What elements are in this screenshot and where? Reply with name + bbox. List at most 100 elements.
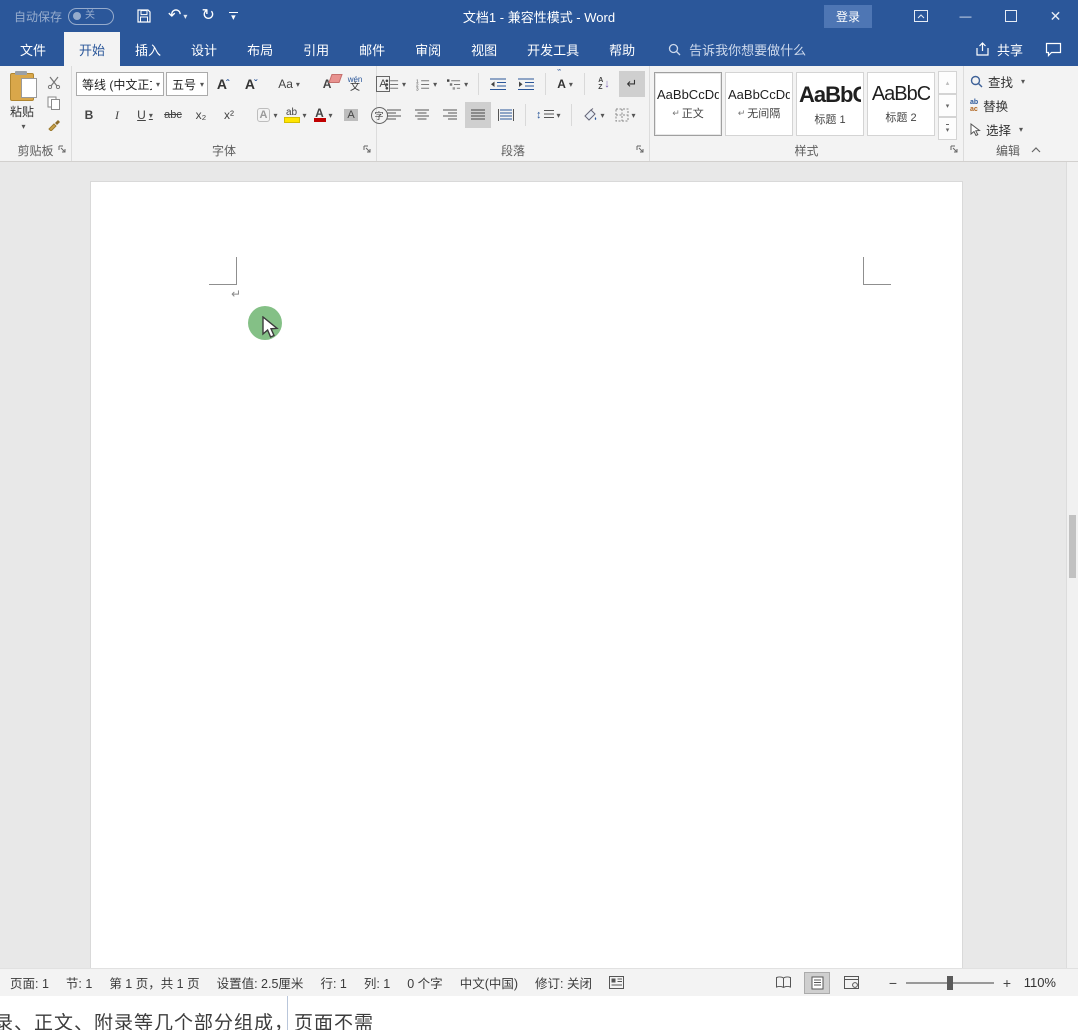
sign-in-button[interactable]: 登录 (824, 5, 872, 28)
align-center-button[interactable] (409, 102, 435, 128)
multilevel-list-button[interactable] (443, 71, 472, 97)
shading-button[interactable] (578, 102, 609, 128)
zoom-in-button[interactable]: + (1002, 975, 1012, 991)
status-track-changes[interactable]: 修订: 关闭 (535, 973, 592, 992)
undo-dropdown-icon[interactable]: ▾ (183, 12, 187, 21)
font-dialog-launcher-icon[interactable] (363, 143, 372, 157)
autosave-switch-icon[interactable]: 关 (68, 8, 114, 25)
close-button[interactable]: ✕ (1033, 0, 1078, 32)
share-button[interactable]: 共享 (975, 40, 1023, 59)
status-language[interactable]: 中文(中国) (460, 973, 518, 992)
bullets-button[interactable] (381, 71, 410, 97)
change-case-button[interactable]: Aa (276, 71, 302, 97)
styles-more-icon[interactable]: ▾ (938, 117, 957, 140)
document-page[interactable]: ↵ (90, 181, 963, 968)
style-no-spacing[interactable]: AaBbCcDd ↵无间隔 (725, 72, 793, 136)
comments-icon[interactable] (1045, 42, 1062, 57)
clipboard-dialog-launcher-icon[interactable] (58, 143, 67, 157)
replace-button[interactable]: ab ac 替换 (970, 95, 1048, 116)
justify-button[interactable] (465, 102, 491, 128)
show-hide-marks-button[interactable]: ↵ (619, 71, 645, 97)
tab-references[interactable]: 引用 (288, 32, 344, 66)
copy-button[interactable] (44, 94, 64, 112)
text-highlight-button[interactable]: ab (282, 102, 308, 128)
clear-formatting-button[interactable]: A (314, 71, 340, 97)
collapse-ribbon-icon[interactable] (1030, 143, 1042, 157)
autosave-toggle[interactable]: 自动保存 关 (14, 8, 114, 25)
distribute-button[interactable] (493, 102, 519, 128)
redo-icon[interactable]: ↻ (201, 8, 214, 24)
tab-review[interactable]: 审阅 (400, 32, 456, 66)
grow-font-button[interactable]: A (210, 71, 236, 97)
bold-button[interactable]: B (76, 102, 102, 128)
borders-button[interactable] (611, 102, 640, 128)
paragraph-dialog-launcher-icon[interactable] (636, 143, 645, 157)
numbering-button[interactable]: 123 (412, 71, 441, 97)
text-effects-button[interactable]: A (254, 102, 280, 128)
style-heading1[interactable]: AaBbC 标题 1 (796, 72, 864, 136)
line-spacing-button[interactable]: ↕ (532, 102, 565, 128)
style-heading2[interactable]: AaBbC 标题 2 (867, 72, 935, 136)
align-right-button[interactable] (437, 102, 463, 128)
status-page-of[interactable]: 第 1 页，共 1 页 (109, 973, 199, 992)
tab-mailings[interactable]: 邮件 (344, 32, 400, 66)
styles-scroll-down-icon[interactable]: ▾ (938, 94, 957, 117)
cut-button[interactable] (44, 73, 64, 91)
ime-status-icon[interactable] (609, 976, 624, 989)
maximize-button[interactable] (988, 0, 1033, 32)
status-line[interactable]: 行: 1 (320, 973, 346, 992)
save-icon[interactable] (134, 7, 154, 25)
status-page[interactable]: 页面: 1 (10, 973, 49, 992)
asian-layout-button[interactable]: A (552, 71, 578, 97)
status-section[interactable]: 节: 1 (66, 973, 92, 992)
tab-home[interactable]: 开始 (64, 32, 120, 66)
status-word-count[interactable]: 0 个字 (407, 973, 442, 992)
customize-qat-icon[interactable]: ▾ (229, 12, 238, 20)
select-button[interactable]: 选择 (970, 119, 1048, 140)
font-name-combobox[interactable]: 等线 (中文正文 (76, 72, 164, 96)
tab-file[interactable]: 文件 (2, 32, 64, 66)
zoom-out-button[interactable]: − (888, 975, 898, 991)
italic-button[interactable]: I (104, 102, 130, 128)
find-button[interactable]: 查找 (970, 71, 1048, 92)
sort-button[interactable]: AZ ↓ (591, 71, 617, 97)
status-column[interactable]: 列: 1 (364, 973, 390, 992)
format-painter-button[interactable] (44, 115, 64, 133)
styles-dialog-launcher-icon[interactable] (950, 143, 959, 157)
tab-insert[interactable]: 插入 (120, 32, 176, 66)
align-left-button[interactable] (381, 102, 407, 128)
vertical-scrollbar[interactable] (1066, 162, 1078, 968)
character-shading-button[interactable]: A (338, 102, 364, 128)
shrink-font-button[interactable]: A (238, 71, 264, 97)
tab-view[interactable]: 视图 (456, 32, 512, 66)
document-area[interactable]: ↵ (0, 162, 1078, 968)
print-layout-button[interactable] (804, 972, 830, 994)
decrease-indent-button[interactable] (485, 71, 511, 97)
phonetic-guide-button[interactable]: wén 文 (342, 71, 368, 97)
superscript-button[interactable]: x² (216, 102, 242, 128)
subscript-button[interactable]: x₂ (188, 102, 214, 128)
read-mode-button[interactable] (770, 972, 796, 994)
scrollbar-thumb[interactable] (1069, 515, 1076, 578)
font-color-button[interactable]: A (310, 102, 336, 128)
paste-button[interactable]: 粘贴 (4, 71, 40, 133)
font-size-combobox[interactable]: 五号 (166, 72, 208, 96)
underline-button[interactable]: U (132, 102, 158, 128)
zoom-level[interactable]: 110% (1020, 975, 1056, 990)
status-tab-setting[interactable]: 设置值: 2.5厘米 (217, 973, 304, 992)
tab-developer[interactable]: 开发工具 (512, 32, 594, 66)
tab-layout[interactable]: 布局 (232, 32, 288, 66)
zoom-slider-thumb[interactable] (947, 976, 953, 990)
ribbon-display-options-button[interactable] (898, 0, 943, 32)
minimize-button[interactable]: — (943, 0, 988, 32)
web-layout-button[interactable] (838, 972, 864, 994)
zoom-slider[interactable] (906, 982, 994, 984)
tell-me-search[interactable]: 告诉我你想要做什么 (668, 32, 806, 66)
style-normal[interactable]: AaBbCcDd ↵正文 (654, 72, 722, 136)
tab-help[interactable]: 帮助 (594, 32, 650, 66)
increase-indent-button[interactable] (513, 71, 539, 97)
strikethrough-button[interactable]: abc (160, 102, 186, 128)
tab-design[interactable]: 设计 (176, 32, 232, 66)
styles-scroll-up-icon[interactable]: ▴ (938, 71, 957, 94)
undo-button[interactable]: ↶ ▾ (168, 8, 187, 24)
